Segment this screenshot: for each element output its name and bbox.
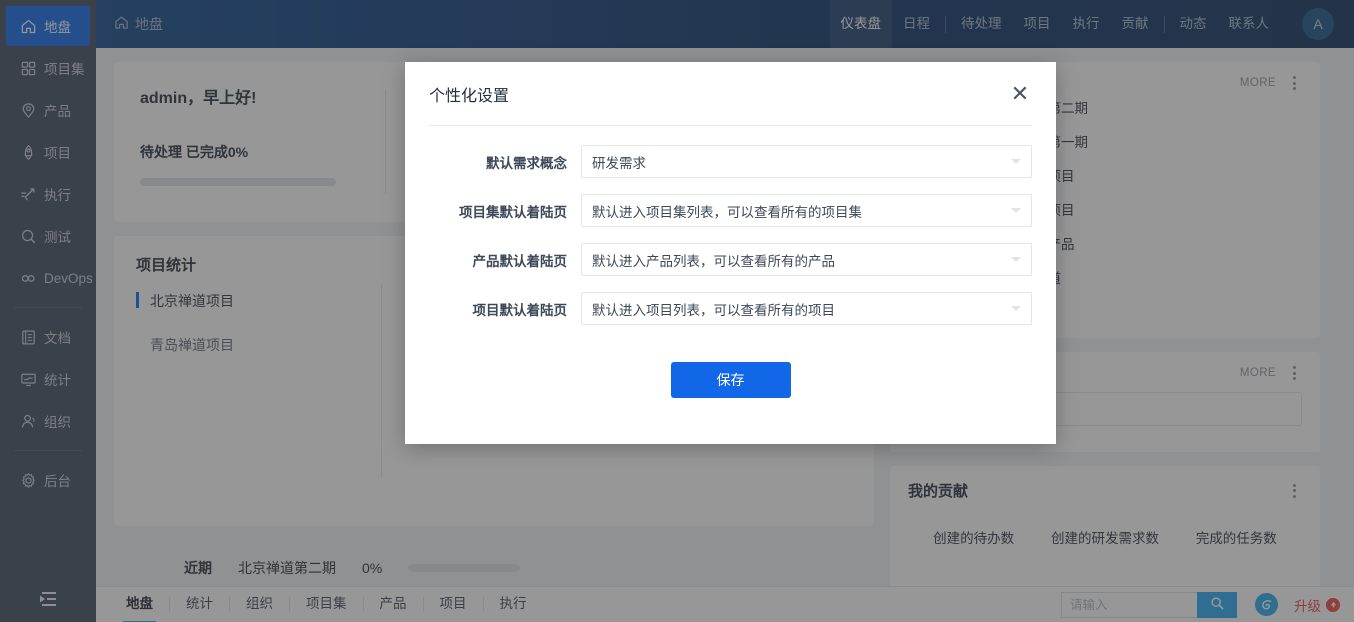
settings-field-select-1[interactable]: 研发需求 — [581, 145, 1032, 178]
settings-field-value: 默认进入产品列表，可以查看所有的产品 — [592, 250, 835, 270]
settings-field-row: 产品默认着陆页默认进入产品列表，可以查看所有的产品 — [429, 243, 1032, 276]
settings-field-select-3[interactable]: 默认进入产品列表，可以查看所有的产品 — [581, 243, 1032, 276]
settings-field-row: 项目默认着陆页默认进入项目列表，可以查看所有的项目 — [429, 292, 1032, 325]
personalization-settings-modal: 个性化设置 ✕ 默认需求概念研发需求项目集默认着陆页默认进入项目集列表，可以查看… — [405, 62, 1056, 444]
settings-field-label: 默认需求概念 — [429, 152, 581, 172]
settings-field-label: 项目集默认着陆页 — [429, 201, 581, 221]
settings-field-value: 默认进入项目列表，可以查看所有的项目 — [592, 299, 835, 319]
chevron-down-icon — [1011, 159, 1021, 164]
modal-header: 个性化设置 ✕ — [405, 62, 1056, 125]
settings-form: 默认需求概念研发需求项目集默认着陆页默认进入项目集列表，可以查看所有的项目集产品… — [429, 145, 1032, 325]
settings-field-row: 项目集默认着陆页默认进入项目集列表，可以查看所有的项目集 — [429, 194, 1032, 227]
chevron-down-icon — [1011, 257, 1021, 262]
settings-field-value: 默认进入项目集列表，可以查看所有的项目集 — [592, 201, 862, 221]
modal-footer: 保存 — [429, 341, 1032, 398]
save-button[interactable]: 保存 — [671, 362, 791, 398]
app-root: 地盘项目集产品项目执行测试DevOps文档统计组织后台 地盘 仪表盘日程待处理项… — [0, 0, 1354, 622]
settings-field-label: 产品默认着陆页 — [429, 250, 581, 270]
chevron-down-icon — [1011, 208, 1021, 213]
modal-body: 默认需求概念研发需求项目集默认着陆页默认进入项目集列表，可以查看所有的项目集产品… — [405, 126, 1056, 398]
modal-title: 个性化设置 — [429, 82, 509, 106]
settings-field-row: 默认需求概念研发需求 — [429, 145, 1032, 178]
settings-field-select-2[interactable]: 默认进入项目集列表，可以查看所有的项目集 — [581, 194, 1032, 227]
settings-field-label: 项目默认着陆页 — [429, 299, 581, 319]
settings-field-select-4[interactable]: 默认进入项目列表，可以查看所有的项目 — [581, 292, 1032, 325]
close-icon[interactable]: ✕ — [1008, 83, 1032, 105]
chevron-down-icon — [1011, 306, 1021, 311]
settings-field-value: 研发需求 — [592, 152, 646, 172]
